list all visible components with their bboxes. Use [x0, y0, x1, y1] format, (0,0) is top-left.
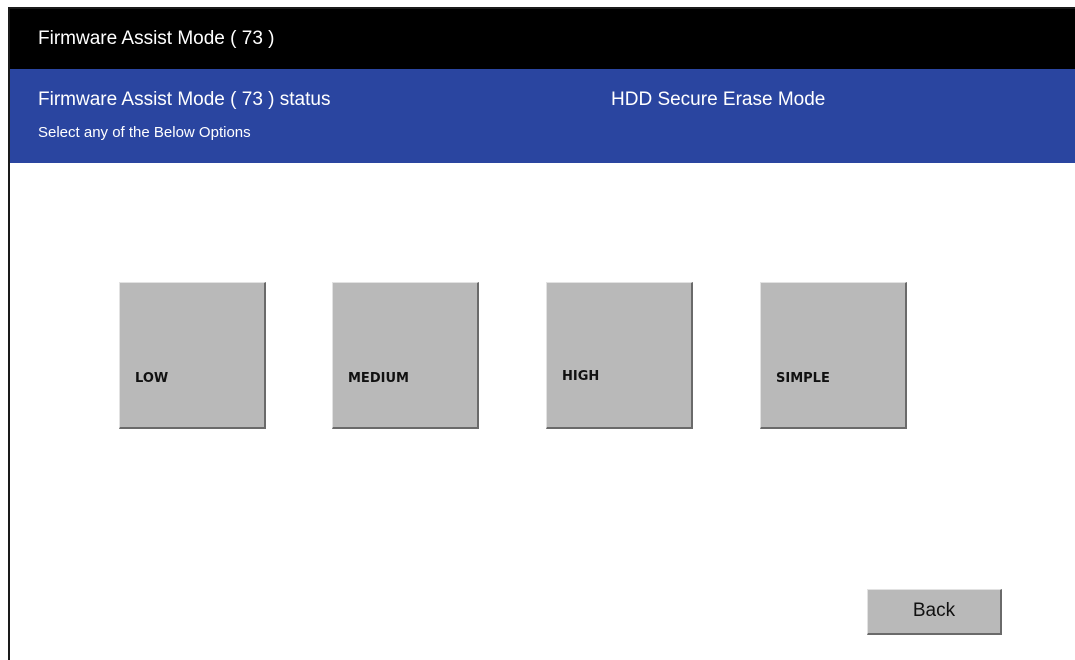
simple-button[interactable]: SIMPLE: [760, 282, 907, 429]
status-mode: HDD Secure Erase Mode: [611, 89, 826, 110]
status-subtitle: Select any of the Below Options: [38, 124, 251, 141]
screen-frame: Firmware Assist Mode ( 73 ) Firmware Ass…: [8, 7, 1075, 660]
medium-button-label: MEDIUM: [348, 371, 409, 386]
low-button[interactable]: LOW: [119, 282, 266, 429]
title-bar: Firmware Assist Mode ( 73 ): [10, 9, 1075, 69]
status-title: Firmware Assist Mode ( 73 ) status: [38, 89, 331, 110]
high-button[interactable]: HIGH: [546, 282, 693, 429]
high-button-label: HIGH: [562, 369, 600, 384]
low-button-label: LOW: [135, 371, 169, 386]
back-button[interactable]: Back: [867, 589, 1002, 635]
simple-button-label: SIMPLE: [776, 371, 830, 386]
medium-button[interactable]: MEDIUM: [332, 282, 479, 429]
status-bar: Firmware Assist Mode ( 73 ) status HDD S…: [10, 69, 1075, 163]
window-title: Firmware Assist Mode ( 73 ): [38, 28, 275, 49]
